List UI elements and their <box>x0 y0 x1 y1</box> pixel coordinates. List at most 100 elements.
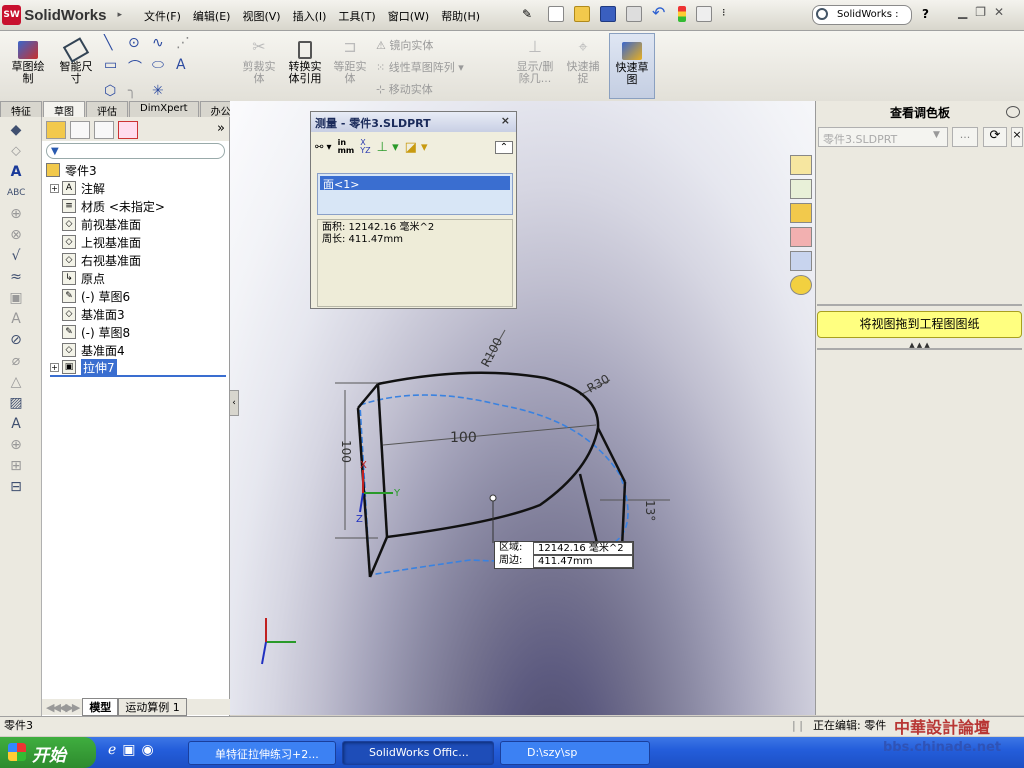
view-palette-document-select[interactable]: 零件3.SLDPRT <box>818 127 948 147</box>
dim-100-vertical[interactable]: 100 <box>339 440 353 463</box>
appearances-icon[interactable] <box>790 275 812 295</box>
centerline-icon[interactable]: ⊞ <box>7 458 25 474</box>
file-explorer-icon[interactable] <box>790 203 812 223</box>
polygon-icon[interactable]: ⬡ <box>104 83 128 99</box>
magnifier-icon[interactable]: ⊗ <box>7 227 25 243</box>
taskbar-task-solidworks[interactable]: SolidWorks Offic... <box>342 741 494 765</box>
drag-views-to-drawing-bar[interactable]: 将视图拖到工程图图纸 <box>817 311 1022 338</box>
new-document-icon[interactable] <box>548 6 564 22</box>
move-entities-item[interactable]: ⊹ 移动实体 <box>376 79 464 101</box>
balloon-icon[interactable]: ⬦ <box>7 143 25 159</box>
feature-manager-tab-icon[interactable] <box>46 121 66 139</box>
smart-dimension-button[interactable]: 智能尺 寸 <box>54 37 98 85</box>
home-icon[interactable] <box>790 155 812 175</box>
check-icon[interactable]: √ <box>7 248 25 264</box>
projection-icon[interactable]: ◪ ▾ <box>405 140 428 155</box>
display-relations-button[interactable]: ⊥ 显示/删 除几... <box>512 39 558 85</box>
tree-node[interactable]: ↳ 原点 <box>50 269 229 287</box>
collapse-dialog-icon[interactable]: ⌃ <box>495 140 513 154</box>
menu-tools[interactable]: 工具(T) <box>332 6 381 26</box>
datum-icon[interactable]: ▣ <box>7 290 25 306</box>
point-grid-icon[interactable]: ⋰ <box>176 35 200 51</box>
refresh-icon[interactable]: ⟳ <box>983 127 1007 147</box>
hole-callout-icon[interactable]: ⌀ <box>7 353 25 369</box>
restore-icon[interactable]: ❐ <box>975 5 986 19</box>
trim-entities-button[interactable]: ✂ 剪裁实 体 <box>238 39 280 85</box>
measure-dialog-title-bar[interactable]: 测量 - 零件3.SLDPRT × <box>311 112 516 132</box>
design-library-icon[interactable] <box>790 179 812 199</box>
fillet-icon[interactable]: ╮ <box>128 83 152 99</box>
offset-entities-button[interactable]: ⊐ 等距实 体 <box>330 39 370 85</box>
more-tools-icon[interactable]: ⁝ <box>722 6 738 22</box>
tab-model[interactable]: 模型 <box>82 698 119 716</box>
arc-circle-measure-icon[interactable]: ⚯ ▾ <box>315 142 332 153</box>
menu-help[interactable]: 帮助(H) <box>435 6 486 26</box>
tree-node[interactable]: ◇ 上视基准面 <box>50 233 229 251</box>
dim-r30[interactable]: R30 <box>585 372 612 396</box>
media-player-icon[interactable]: ▣ <box>122 742 135 758</box>
tree-node[interactable]: ◇ 基准面4 <box>50 341 229 359</box>
point-icon[interactable]: ✳ <box>152 83 176 99</box>
options-icon[interactable] <box>696 6 712 22</box>
explorer-icon[interactable]: ◉ <box>142 742 154 758</box>
tree-node[interactable]: ✎ (-) 草图6 <box>50 287 229 305</box>
convert-entities-button[interactable]: 转换实 体引用 <box>284 41 326 85</box>
rebuild-traffic-light-icon[interactable] <box>678 6 686 22</box>
taskbar-task-folder[interactable]: D:\szy\sp <box>500 741 650 765</box>
sketch-button[interactable]: 草图绘 制 <box>8 41 48 85</box>
clear-icon[interactable]: × <box>1011 127 1023 147</box>
taskbar-task-practice[interactable]: 单特征拉伸练习+2... <box>188 741 336 765</box>
dimxpert-manager-tab-icon[interactable] <box>118 121 138 139</box>
tree-node[interactable]: ◇ 右视基准面 <box>50 251 229 269</box>
tree-node[interactable]: ◇ 基准面3 <box>50 305 229 323</box>
rectangle-icon[interactable]: ▭ <box>104 57 128 77</box>
dim-13-degree[interactable]: 13° <box>643 500 657 521</box>
solidworks-logo[interactable]: SW SolidWorks ▸ <box>2 3 122 27</box>
smart-dimension-icon[interactable]: ◆ <box>7 122 25 138</box>
table-icon[interactable]: ⊟ <box>7 479 25 495</box>
minimize-icon[interactable]: ▁ <box>958 5 967 19</box>
search-results-icon[interactable] <box>790 227 812 247</box>
configuration-manager-tab-icon[interactable] <box>94 121 114 139</box>
menu-window[interactable]: 窗口(W) <box>382 6 435 26</box>
expand-tabs-icon[interactable]: » <box>217 121 225 139</box>
expand-toggle-icon[interactable]: + <box>50 362 59 372</box>
tree-node[interactable]: + A 注解 <box>50 179 229 197</box>
circle-icon[interactable]: ⊙ <box>128 35 152 51</box>
undo-icon[interactable]: ↶ <box>652 5 668 22</box>
chevron-down-icon[interactable]: ▼ <box>933 130 940 140</box>
open-folder-icon[interactable] <box>574 6 590 22</box>
view-palette-icon[interactable] <box>790 251 812 271</box>
weld-icon[interactable]: ≈ <box>7 269 25 285</box>
tree-filter-input[interactable]: ▼ <box>46 143 225 159</box>
close-dialog-icon[interactable]: × <box>501 114 510 127</box>
tree-node[interactable]: + ▣ 拉伸7 <box>50 358 226 377</box>
line-icon[interactable]: ╲ <box>104 35 128 51</box>
quick-snaps-button[interactable]: ⌖ 快速捕 捉 <box>562 39 604 85</box>
menu-edit[interactable]: 编辑(E) <box>187 6 237 26</box>
text-icon[interactable]: A <box>176 57 200 77</box>
dim-r100[interactable]: R100 <box>478 335 505 369</box>
tab-dimxpert[interactable]: DimXpert <box>129 101 199 117</box>
pin-icon[interactable]: ✎ <box>522 7 532 21</box>
tab-scroll-icon[interactable]: ◀◀◀▶▶ <box>46 701 80 714</box>
note-icon[interactable]: A <box>7 164 25 180</box>
tab-features[interactable]: 特征 <box>0 101 42 118</box>
dim-100-horizontal[interactable]: 100 <box>450 430 477 446</box>
menu-insert[interactable]: 插入(I) <box>287 6 333 26</box>
ie-icon[interactable]: ℯ <box>108 742 116 758</box>
rapid-sketch-button[interactable]: 快速草 图 <box>609 33 655 99</box>
spell-check-icon[interactable]: ABC <box>7 185 25 201</box>
browse-button[interactable]: ... <box>952 127 978 147</box>
tree-node[interactable]: ≡ 材质 <未指定> <box>50 197 229 215</box>
expand-toggle-icon[interactable]: + <box>50 183 59 193</box>
selection-item-face[interactable]: 面<1> <box>320 176 510 191</box>
zoom-icon[interactable]: ⊕ <box>7 206 25 222</box>
arc-icon[interactable]: ⌒ <box>128 57 152 77</box>
measure-selection-box[interactable]: 面<1> <box>317 173 513 215</box>
block-icon[interactable]: A <box>7 416 25 432</box>
pin-icon[interactable] <box>1006 106 1020 118</box>
center-mark-icon[interactable]: ⊕ <box>7 437 25 453</box>
hatch-icon[interactable]: ▨ <box>7 395 25 411</box>
tree-node[interactable]: ✎ (-) 草图8 <box>50 323 229 341</box>
